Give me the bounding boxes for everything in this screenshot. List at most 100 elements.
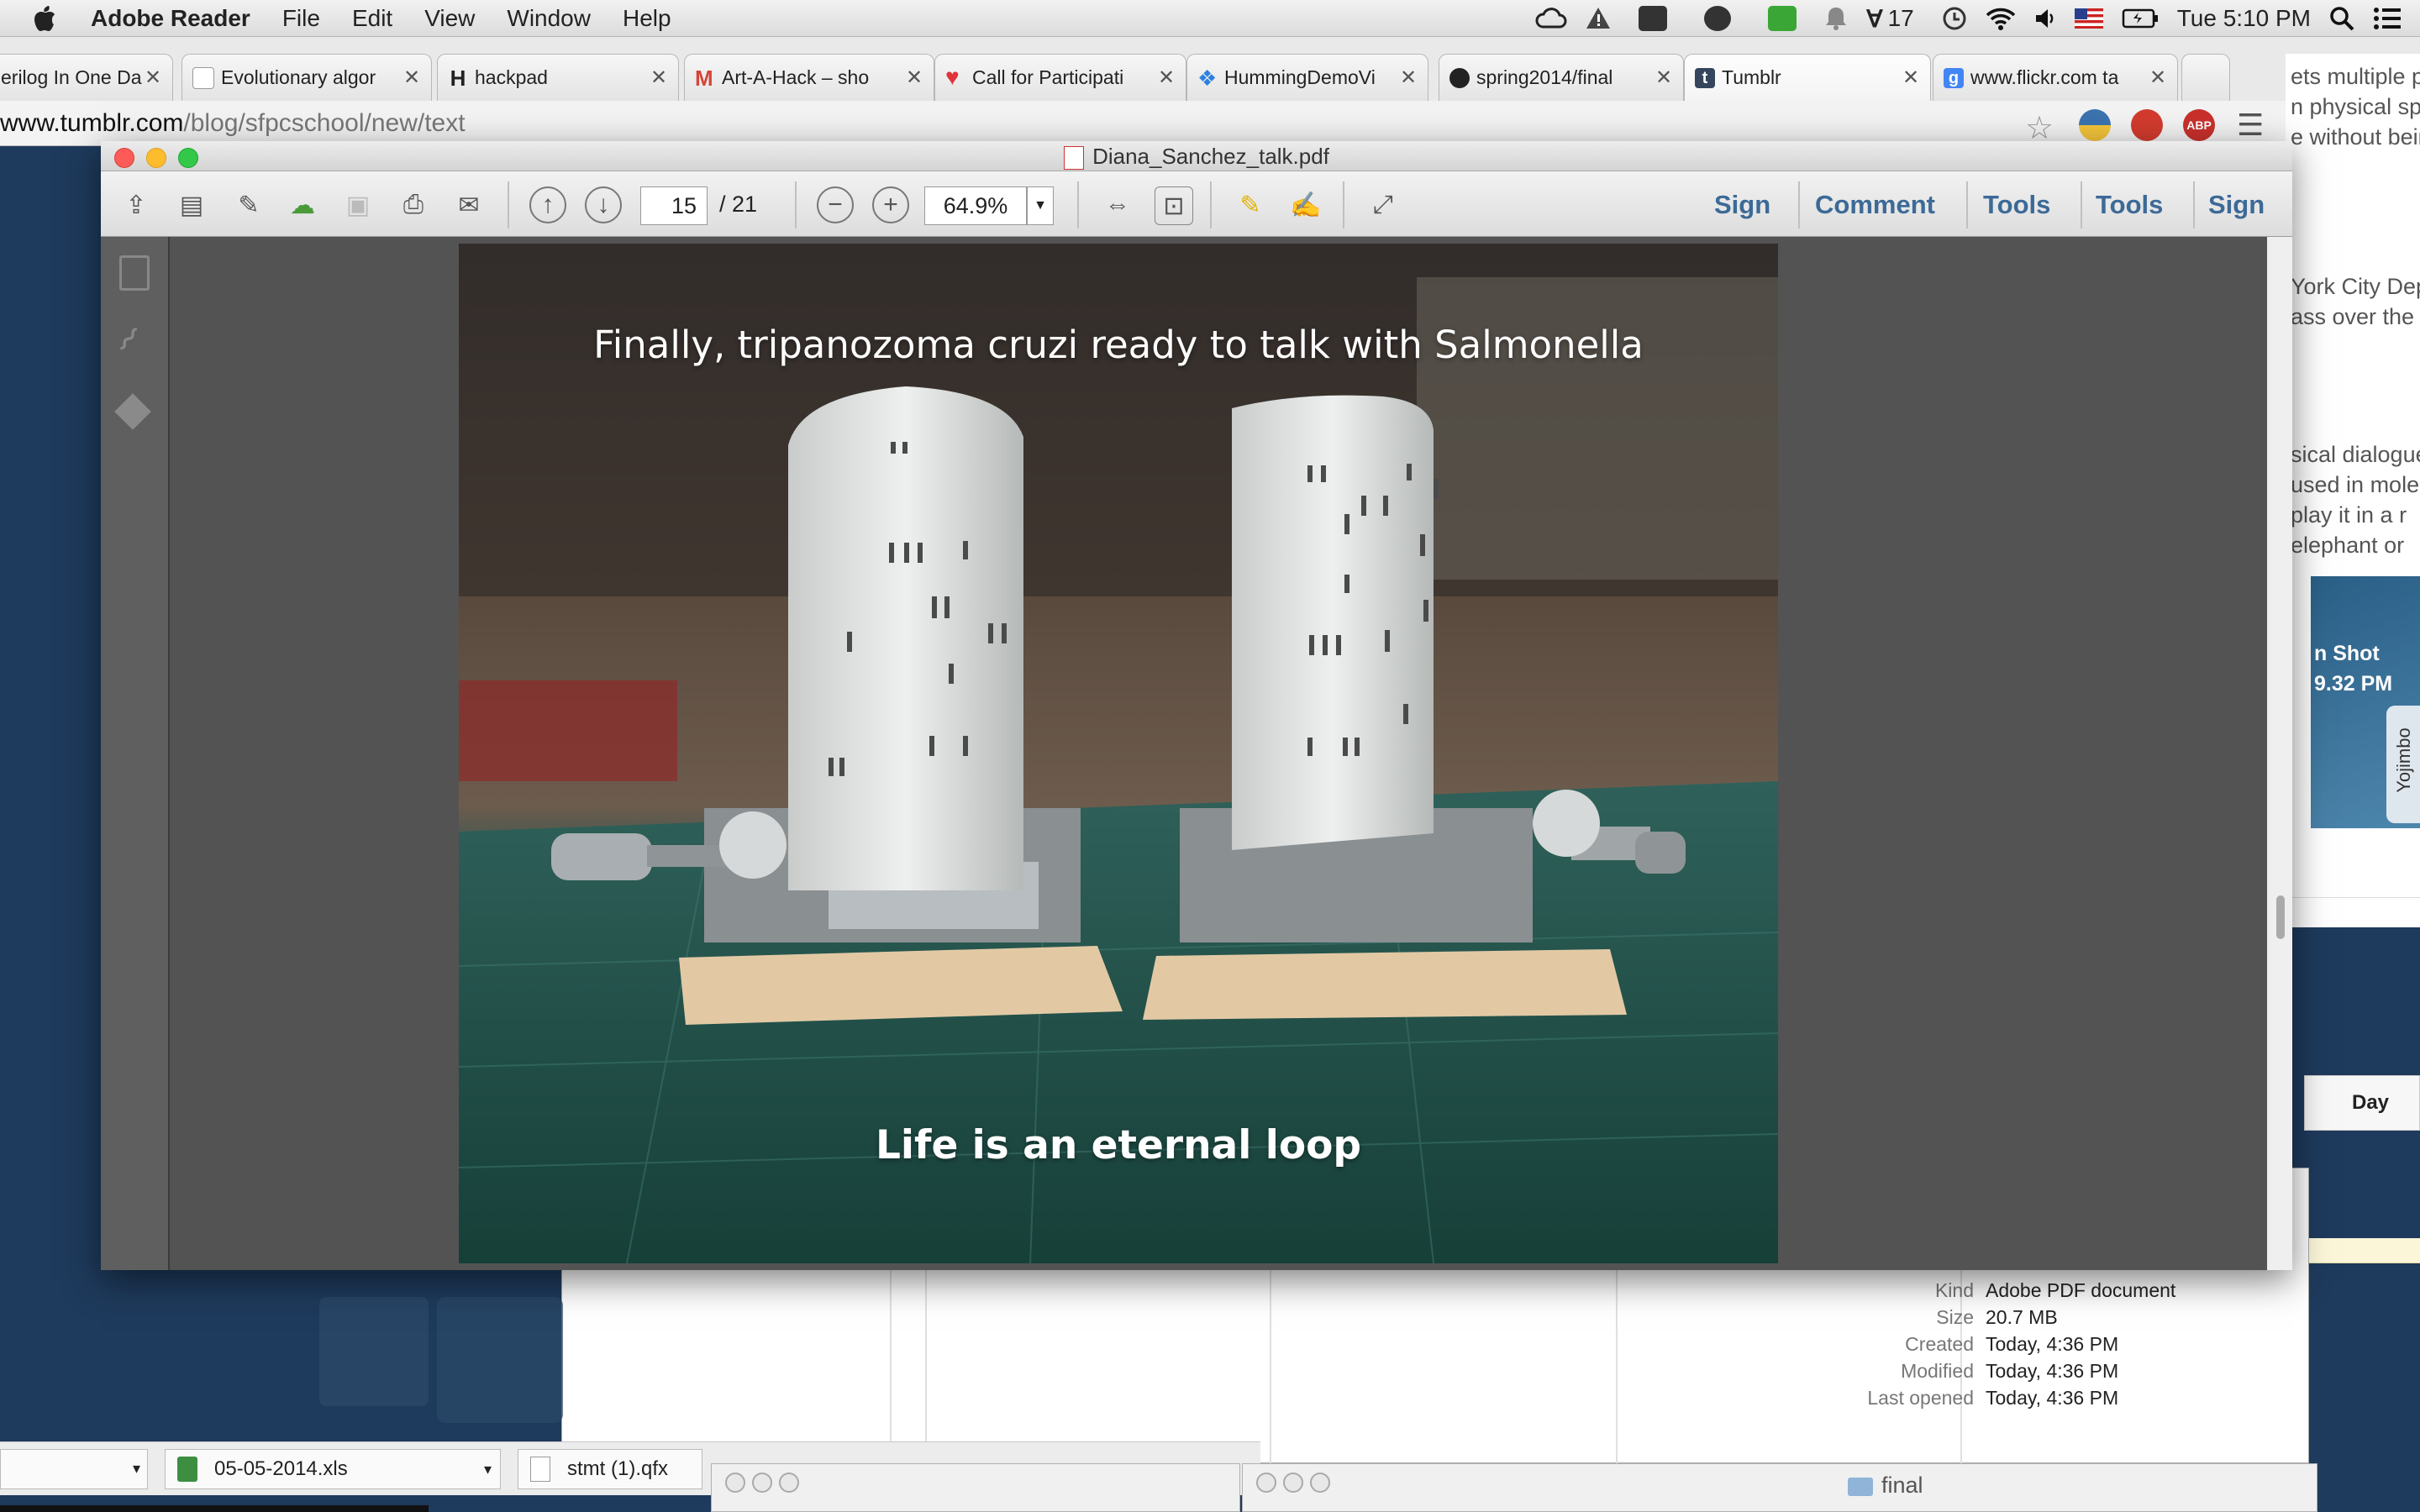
fullscreen-icon[interactable]: ⤢	[1365, 186, 1402, 223]
line-icon[interactable]	[1695, 6, 1740, 31]
window-minimize-button[interactable]	[146, 148, 166, 168]
python-icon[interactable]	[2079, 109, 2111, 141]
window-zoom-button[interactable]	[1310, 1473, 1330, 1493]
bg-text: sical dialogue	[2291, 442, 2420, 467]
wifi-icon[interactable]	[1986, 7, 2016, 30]
app-menu[interactable]: Adobe Reader	[91, 5, 250, 32]
pages-icon[interactable]	[119, 255, 150, 291]
print-icon[interactable]: ⎙	[395, 186, 432, 223]
day-view-button[interactable]: Day	[2304, 1075, 2420, 1131]
bell-icon[interactable]	[1824, 6, 1848, 31]
upload-icon[interactable]: ☁	[284, 186, 321, 223]
browser-tab-active[interactable]: t Tumblr ✕	[1684, 54, 1931, 101]
folder-icon	[1848, 1478, 1873, 1496]
abp-icon[interactable]: ABP	[2183, 109, 2215, 141]
clock[interactable]: Tue 5:10 PM	[2177, 5, 2311, 32]
info-value: Today, 4:36 PM	[1986, 1387, 2119, 1409]
page-number-input[interactable]: 15	[640, 186, 708, 225]
download-item[interactable]: stmt (1).qfx	[518, 1449, 702, 1489]
window-close-button[interactable]	[725, 1473, 745, 1493]
browser-tab[interactable]: Hhackpad ✕	[437, 54, 679, 101]
vertical-scrollbar[interactable]	[2267, 237, 2292, 1270]
chevron-down-icon[interactable]: ▾	[133, 1460, 140, 1478]
fit-width-icon[interactable]: ⇔	[1099, 186, 1136, 223]
browser-tab[interactable]: M Art-A-Hack – sho ✕	[684, 54, 934, 101]
edit-pdf-icon[interactable]: ✎	[230, 186, 267, 223]
close-icon[interactable]: ✕	[648, 66, 670, 90]
sign-link[interactable]: Sign	[1714, 190, 1770, 220]
new-tab-button[interactable]	[2181, 54, 2230, 101]
window-close-button[interactable]	[1256, 1473, 1276, 1493]
menu-edit[interactable]: Edit	[352, 5, 392, 32]
chevron-down-icon[interactable]: ▾	[484, 1461, 492, 1478]
browser-tab[interactable]: Evolutionary algor ✕	[182, 54, 432, 101]
previous-page-icon[interactable]: ↑	[529, 186, 566, 223]
menu-file[interactable]: File	[282, 5, 320, 32]
menu-window[interactable]: Window	[507, 5, 591, 32]
copy-icon[interactable]	[1629, 6, 1676, 31]
zoom-out-icon[interactable]: −	[817, 186, 854, 223]
close-icon[interactable]: ✕	[1397, 66, 1419, 90]
yojimbo-tab[interactable]: Yojimbo	[2386, 706, 2420, 823]
next-page-icon[interactable]: ↓	[585, 186, 622, 223]
tools-link-2[interactable]: Tools	[2096, 190, 2163, 220]
highlight-icon[interactable]: ✍	[1287, 186, 1324, 223]
tools-link[interactable]: Tools	[1983, 190, 2050, 220]
menu-view[interactable]: View	[424, 5, 475, 32]
scrollbar-thumb[interactable]	[2276, 895, 2285, 939]
volume-icon[interactable]	[2034, 7, 2056, 30]
cloud-icon[interactable]	[1535, 7, 1567, 30]
zoom-level-input[interactable]: 64.9%	[924, 186, 1027, 225]
browser-tab[interactable]: g www.flickr.com ta ✕	[1933, 54, 2178, 101]
notification-center-icon[interactable]	[2373, 7, 2402, 30]
bg-text: n physical spac	[2291, 94, 2420, 119]
close-icon[interactable]: ✕	[1900, 66, 1922, 90]
adblock-hand-icon[interactable]	[2131, 109, 2163, 141]
play-icon[interactable]	[1759, 6, 1806, 31]
alert-icon[interactable]	[1586, 6, 1611, 31]
toolbar-separator	[2193, 181, 2195, 228]
menu-help[interactable]: Help	[623, 5, 671, 32]
close-icon[interactable]: ✕	[2147, 66, 2169, 90]
email-icon[interactable]: ✉	[450, 186, 487, 223]
browser-tab[interactable]: ♥ Call for Participati ✕	[934, 54, 1186, 101]
window-zoom-button[interactable]	[779, 1473, 799, 1493]
spotlight-icon[interactable]	[2329, 6, 2354, 31]
close-icon[interactable]: ✕	[903, 66, 925, 90]
create-pdf-icon[interactable]: ⇪	[118, 186, 155, 223]
reader-title-bar: Diana_Sanchez_talk.pdf	[101, 141, 2292, 171]
save-icon[interactable]: ▣	[339, 186, 376, 223]
battery-icon[interactable]	[2122, 8, 2159, 29]
tab-title: Evolutionary algor	[221, 66, 376, 88]
address-bar[interactable]: www.tumblr.com/blog/sfpcschool/new/text	[0, 101, 2420, 146]
browser-tab[interactable]: erilog In One Da ✕	[0, 54, 173, 101]
text-tool-icon[interactable]: Ɐ 17	[1866, 5, 1923, 33]
close-icon[interactable]: ✕	[142, 66, 164, 90]
zoom-in-icon[interactable]: +	[872, 186, 909, 223]
browser-tab[interactable]: spring2014/final ✕	[1439, 54, 1684, 101]
attachment-icon[interactable]: ⌇	[109, 320, 147, 360]
download-item[interactable]: 05-05-2014.xls ▾	[165, 1449, 501, 1489]
tumblr-avatar	[319, 1297, 429, 1406]
window-close-button[interactable]	[114, 148, 134, 168]
comment-icon[interactable]: ✎	[1232, 186, 1269, 223]
fit-page-icon[interactable]: ⊡	[1155, 186, 1193, 225]
comment-link[interactable]: Comment	[1815, 190, 1935, 220]
us-flag-icon[interactable]	[2074, 8, 2103, 29]
window-minimize-button[interactable]	[1283, 1473, 1303, 1493]
chevron-down-icon[interactable]: ▼	[1027, 186, 1054, 225]
close-icon[interactable]: ✕	[1155, 66, 1177, 90]
sign-link-2[interactable]: Sign	[2208, 190, 2265, 220]
time-machine-icon[interactable]	[1942, 6, 1967, 31]
chrome-menu-icon[interactable]: ☰	[2237, 108, 2264, 143]
window-minimize-button[interactable]	[752, 1473, 772, 1493]
layers-icon[interactable]	[114, 393, 151, 430]
close-icon[interactable]: ✕	[1653, 66, 1675, 90]
apple-icon[interactable]	[32, 5, 57, 32]
close-icon[interactable]: ✕	[401, 66, 423, 90]
bg-text: ets multiple pe	[2291, 64, 2420, 89]
download-item[interactable]: ▾	[0, 1449, 148, 1489]
export-pdf-icon[interactable]: ▤	[173, 186, 210, 223]
window-zoom-button[interactable]	[178, 148, 198, 168]
browser-tab[interactable]: ❖ HummingDemoVi ✕	[1186, 54, 1428, 101]
